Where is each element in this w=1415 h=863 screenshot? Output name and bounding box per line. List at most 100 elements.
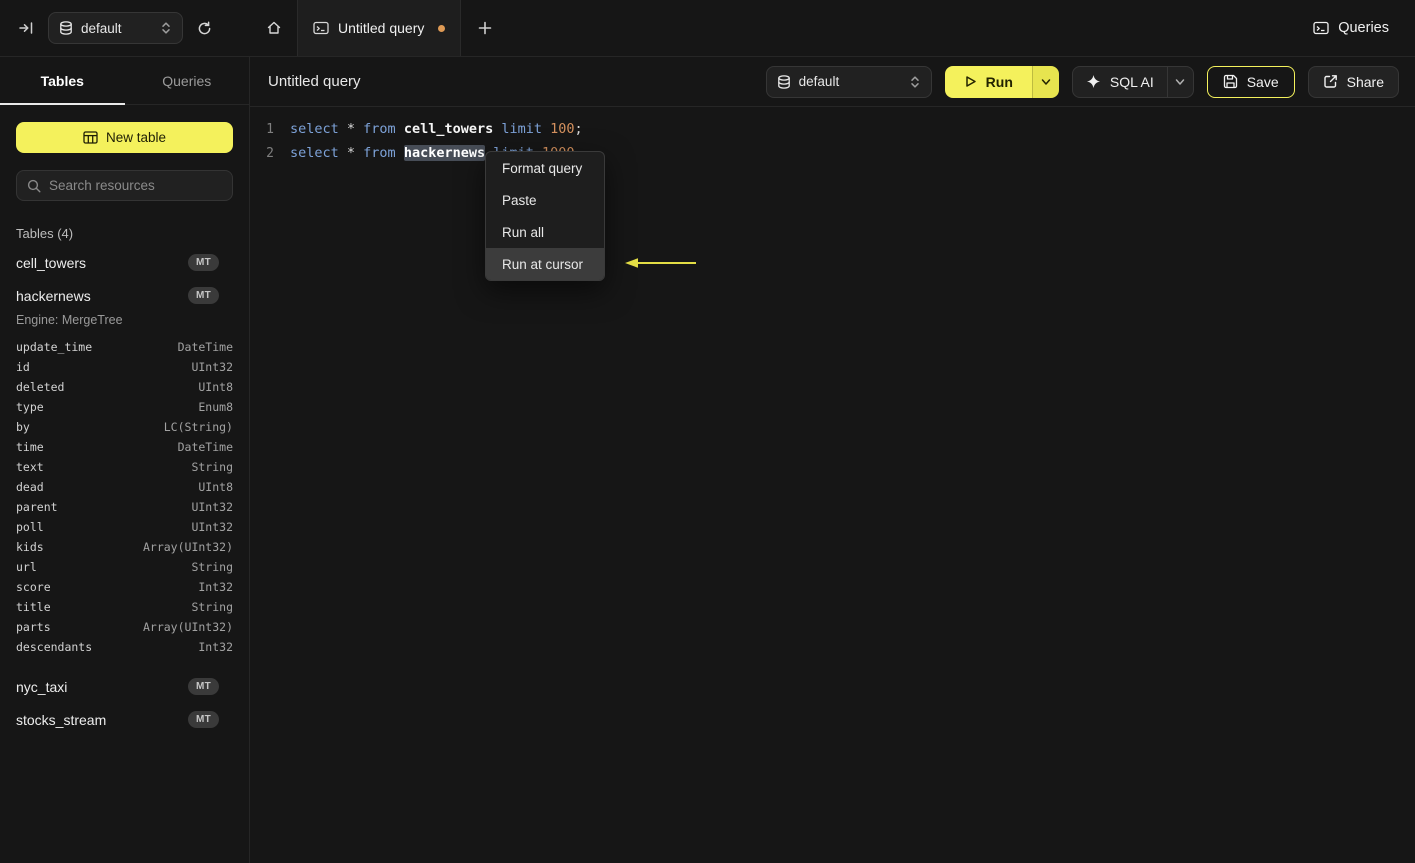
new-tab-icon[interactable] xyxy=(461,0,509,56)
column-name: parts xyxy=(16,620,51,634)
query-header: Untitled query default Run SQL AI Save S… xyxy=(250,57,1415,107)
engine-badge: MT xyxy=(187,678,219,695)
code-token: ; xyxy=(574,121,583,137)
sidebar-tab-queries[interactable]: Queries xyxy=(125,57,250,104)
editor-line[interactable]: 1 select * from cell_towers limit 100; xyxy=(250,117,1415,141)
database-selector[interactable]: default xyxy=(48,12,183,44)
run-button-label: Run xyxy=(985,73,1013,90)
share-button-label: Share xyxy=(1346,73,1384,90)
column-row[interactable]: title String xyxy=(16,597,233,617)
query-database-selector[interactable]: default xyxy=(765,65,932,98)
column-row[interactable]: parts Array(UInt32) xyxy=(16,617,233,637)
topbar-left-section: default xyxy=(0,12,250,44)
column-row[interactable]: id UInt32 xyxy=(16,357,233,377)
column-row[interactable]: poll UInt32 xyxy=(16,517,233,537)
engine-badge: MT xyxy=(187,711,219,728)
app-body: Tables Queries New table Tables (4) xyxy=(0,57,1415,863)
column-row[interactable]: dead UInt8 xyxy=(16,477,233,497)
column-row[interactable]: update_time DateTime xyxy=(16,337,233,357)
table-row-nyc-taxi[interactable]: nyc_taxi MT xyxy=(16,670,233,703)
context-menu-item[interactable]: Format query xyxy=(486,152,604,184)
table-name: nyc_taxi xyxy=(16,678,68,695)
context-menu-item[interactable]: Run at cursor xyxy=(486,248,604,280)
column-name: dead xyxy=(16,480,44,494)
column-row[interactable]: type Enum8 xyxy=(16,397,233,417)
home-icon[interactable] xyxy=(250,0,297,56)
column-type: Int32 xyxy=(198,580,233,594)
code-token: select xyxy=(290,145,339,161)
column-type: LC(String) xyxy=(163,420,233,434)
column-name: descendants xyxy=(16,640,93,654)
chevron-down-icon xyxy=(1040,76,1052,88)
top-bar: default Untitled query Queries xyxy=(0,0,1415,57)
new-table-label: New table xyxy=(105,130,167,145)
column-type: String xyxy=(191,560,233,574)
column-name: id xyxy=(16,360,30,374)
table-row-stocks-stream[interactable]: stocks_stream MT xyxy=(16,703,233,736)
table-row-hackernews[interactable]: hackernews MT xyxy=(16,279,233,312)
column-name: text xyxy=(16,460,44,474)
column-row[interactable]: text String xyxy=(16,457,233,477)
sql-ai-button[interactable]: SQL AI xyxy=(1073,67,1167,97)
search-icon xyxy=(27,179,41,193)
table-name: hackernews xyxy=(16,287,91,304)
column-row[interactable]: time DateTime xyxy=(16,437,233,457)
database-icon xyxy=(777,74,791,89)
column-row[interactable]: deleted UInt8 xyxy=(16,377,233,397)
context-menu: Format query Paste Run all Run at cursor xyxy=(485,151,605,281)
code-token: limit xyxy=(501,121,543,137)
save-button-label: Save xyxy=(1246,73,1279,90)
run-button[interactable]: Run xyxy=(944,65,1032,98)
new-table-button[interactable]: New table xyxy=(16,122,233,153)
search-input[interactable] xyxy=(49,178,222,193)
column-row[interactable]: descendants Int32 xyxy=(16,637,233,657)
collapse-sidebar-icon[interactable] xyxy=(18,20,34,36)
sql-editor[interactable]: 1 select * from cell_towers limit 100; 2 se… xyxy=(250,107,1415,165)
share-icon xyxy=(1323,74,1338,89)
column-type: Enum8 xyxy=(198,400,233,414)
sidebar-tab-tables[interactable]: Tables xyxy=(0,57,125,105)
column-row[interactable]: url String xyxy=(16,557,233,577)
sidebar-tab-label: Tables xyxy=(40,72,84,89)
column-row[interactable]: by LC(String) xyxy=(16,417,233,437)
tab-untitled-query[interactable]: Untitled query xyxy=(297,0,462,56)
code-token: from xyxy=(363,121,396,137)
queries-button[interactable]: Queries xyxy=(1313,20,1389,36)
column-type: String xyxy=(191,600,233,614)
page-title: Untitled query xyxy=(268,73,361,90)
column-name: score xyxy=(16,580,51,594)
share-button[interactable]: Share xyxy=(1307,65,1399,98)
editor-line[interactable]: 2select * from hackernews limit 1000 xyxy=(250,141,1415,165)
sql-ai-icon xyxy=(1086,74,1101,89)
code-token: hackernews xyxy=(403,145,486,161)
column-name: kids xyxy=(16,540,44,554)
run-options-caret[interactable] xyxy=(1031,65,1059,98)
annotation-arrow xyxy=(622,255,702,271)
column-name: update_time xyxy=(16,340,93,354)
column-row[interactable]: kids Array(UInt32) xyxy=(16,537,233,557)
sql-ai-caret[interactable] xyxy=(1166,66,1193,97)
refresh-icon[interactable] xyxy=(197,20,212,36)
line-number: 2 xyxy=(266,145,274,161)
column-name: url xyxy=(16,560,37,574)
topbar-right-section: Queries xyxy=(1313,20,1415,36)
column-row[interactable]: parent UInt32 xyxy=(16,497,233,517)
code-token: select xyxy=(290,121,339,137)
code-token: from xyxy=(363,145,396,161)
column-type: UInt32 xyxy=(191,520,233,534)
code-token: * xyxy=(338,145,364,161)
context-menu-item[interactable]: Paste xyxy=(486,184,604,216)
sidebar-tabs: Tables Queries xyxy=(0,57,249,105)
table-row-cell-towers[interactable]: cell_towers MT xyxy=(16,246,233,279)
column-name: parent xyxy=(16,500,58,514)
table-name: stocks_stream xyxy=(16,711,107,728)
chevron-updown-icon xyxy=(909,75,921,89)
column-row[interactable]: score Int32 xyxy=(16,577,233,597)
engine-badge: MT xyxy=(187,287,219,304)
context-menu-item[interactable]: Run all xyxy=(486,216,604,248)
save-button[interactable]: Save xyxy=(1206,65,1295,98)
sidebar-tab-label: Queries xyxy=(162,72,212,89)
